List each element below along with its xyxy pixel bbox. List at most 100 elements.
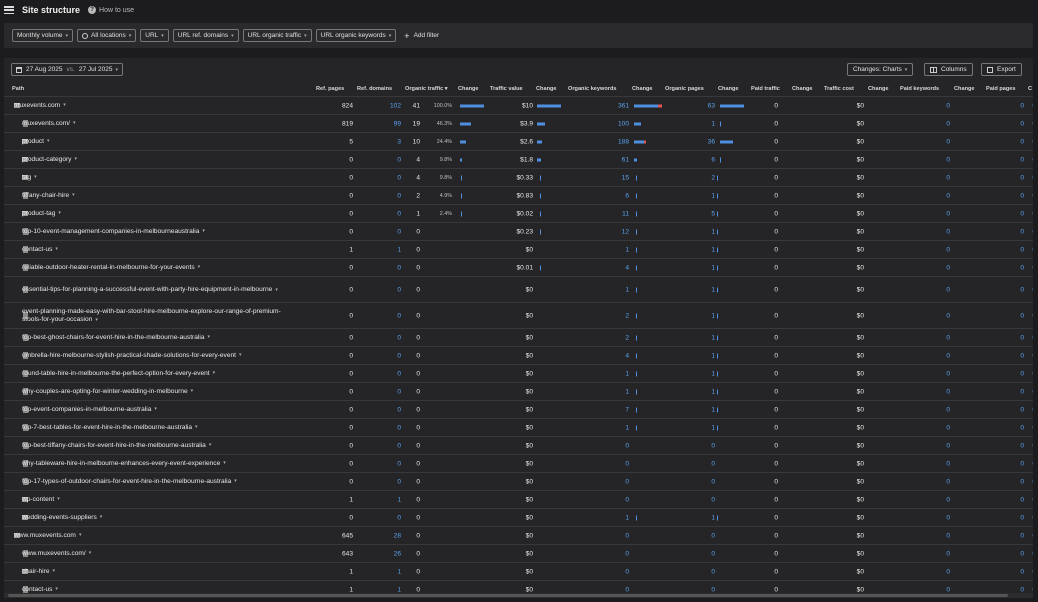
table-row[interactable]: www.muxevents.com/▾ 643 26 0 $0 0 0 0 $0 0 0 0 (4, 545, 1033, 563)
table-row[interactable]: ˅www.muxevents.com▾645280$0000$0000 (4, 527, 1033, 545)
paid-keywords-value[interactable]: 0 (946, 478, 950, 485)
organic-pages-value[interactable]: 1 (711, 192, 715, 199)
paid-pages-value[interactable]: 0 (1020, 246, 1024, 253)
organic-keywords-value[interactable]: 61 (622, 156, 629, 163)
paid-pages-value[interactable]: 0 (1020, 568, 1024, 575)
path-menu-icon[interactable]: ▾ (202, 228, 205, 234)
ref-domains-value[interactable]: 1 (397, 246, 401, 253)
paid-keywords-value[interactable]: 0 (946, 102, 950, 109)
table-row[interactable]: event-planning-made-easy-with-bar-stool-… (4, 303, 1033, 329)
truncated-col-value[interactable]: 0 (1032, 568, 1033, 575)
path-menu-icon[interactable]: ▾ (95, 316, 98, 324)
path-label[interactable]: product-tag ▾ (22, 210, 61, 217)
path-menu-icon[interactable]: ▾ (195, 424, 198, 430)
ref-domains-value[interactable]: 0 (397, 514, 401, 521)
ref-domains-value[interactable]: 0 (397, 406, 401, 413)
table-row[interactable]: top-best-ghost-chairs-for-event-hire-in-… (4, 329, 1033, 347)
path-menu-icon[interactable]: ▾ (223, 460, 226, 466)
horizontal-scrollbar[interactable] (4, 593, 1033, 598)
ref-domains-value[interactable]: 0 (397, 478, 401, 485)
path-label[interactable]: essential-tips-for-planning-a-successful… (22, 286, 292, 294)
paid-pages-value[interactable]: 0 (1020, 286, 1024, 293)
organic-keywords-value[interactable]: 0 (625, 496, 629, 503)
path-menu-icon[interactable]: ▾ (47, 138, 50, 144)
ref-domains-value[interactable]: 0 (397, 388, 401, 395)
paid-pages-value[interactable]: 0 (1020, 478, 1024, 485)
path-menu-icon[interactable]: ▾ (209, 442, 212, 448)
paid-keywords-value[interactable]: 0 (946, 264, 950, 271)
paid-keywords-value[interactable]: 0 (946, 460, 950, 467)
paid-keywords-value[interactable]: 0 (946, 424, 950, 431)
organic-keywords-value[interactable]: 0 (625, 586, 629, 593)
path-menu-icon[interactable]: ▾ (58, 210, 61, 216)
path-menu-icon[interactable]: ▾ (74, 156, 77, 162)
organic-pages-value[interactable]: 1 (711, 120, 715, 127)
table-row[interactable]: muxevents.com/▾ 819 99 19 46.3% $3.9 100 1 0 $0 0 0… (4, 115, 1033, 133)
path-menu-icon[interactable]: ▾ (154, 406, 157, 412)
ref-domains-value[interactable]: 0 (397, 460, 401, 467)
organic-keywords-value[interactable]: 2 (625, 312, 629, 319)
paid-keywords-value[interactable]: 0 (946, 192, 950, 199)
organic-keywords-value[interactable]: 6 (625, 192, 629, 199)
paid-pages-value[interactable]: 0 (1020, 442, 1024, 449)
path-label[interactable]: why-couples-are-opting-for-winter-weddin… (22, 388, 193, 395)
col-truncated[interactable]: C (1028, 86, 1032, 92)
path-label[interactable]: umbrella-hire-melbourne-stylish-practica… (22, 352, 242, 359)
organic-traffic-filter-dropdown[interactable]: URL organic traffic ▾ (242, 29, 312, 42)
ref-domains-value[interactable]: 0 (397, 192, 401, 199)
table-row[interactable]: ›product-tag▾0012.4%$0.021150$0000 (4, 205, 1033, 223)
paid-keywords-value[interactable]: 0 (946, 496, 950, 503)
paid-pages-value[interactable]: 0 (1020, 532, 1024, 539)
table-row[interactable]: why-couples-are-opting-for-winter-weddin… (4, 383, 1033, 401)
path-label[interactable]: www.muxevents.com ▾ (14, 532, 81, 539)
path-label[interactable]: product-category ▾ (22, 156, 77, 163)
organic-pages-value[interactable]: 1 (711, 286, 715, 293)
col-organic-keywords[interactable]: Organic keywords (568, 86, 617, 92)
table-row[interactable]: reliable-outdoor-heater-rental-in-melbou… (4, 259, 1033, 277)
changes-dropdown[interactable]: Changes: Charts ▾ (847, 63, 914, 76)
ref-domains-value[interactable]: 99 (394, 120, 401, 127)
paid-keywords-value[interactable]: 0 (946, 174, 950, 181)
organic-keywords-value[interactable]: 0 (625, 478, 629, 485)
paid-pages-value[interactable]: 0 (1020, 174, 1024, 181)
organic-keywords-value[interactable]: 1 (625, 246, 629, 253)
col-change-1[interactable]: Change (458, 86, 479, 92)
ref-domains-value[interactable]: 0 (397, 264, 401, 271)
col-traffic-cost[interactable]: Traffic cost (824, 86, 854, 92)
table-row[interactable]: top-event-companies-in-melbourne-austral… (4, 401, 1033, 419)
path-menu-icon[interactable]: ▾ (52, 568, 55, 574)
table-row[interactable]: ›product▾531024.4%$2.6188360$0000 (4, 133, 1033, 151)
organic-pages-value[interactable]: 5 (711, 210, 715, 217)
organic-pages-value[interactable]: 1 (711, 406, 715, 413)
paid-keywords-value[interactable]: 0 (946, 388, 950, 395)
path-menu-icon[interactable]: ▾ (63, 102, 66, 108)
paid-pages-value[interactable]: 0 (1020, 514, 1024, 521)
truncated-col-value[interactable]: 0 (1032, 496, 1033, 503)
paid-pages-value[interactable]: 0 (1020, 138, 1024, 145)
organic-pages-value[interactable]: 1 (711, 312, 715, 319)
ref-domains-value[interactable]: 0 (397, 352, 401, 359)
paid-pages-value[interactable]: 0 (1020, 352, 1024, 359)
paid-pages-value[interactable]: 0 (1020, 156, 1024, 163)
path-menu-icon[interactable]: ▾ (191, 388, 194, 394)
table-row[interactable]: ˅muxevents.com▾82410241100.0%$10361630$0… (4, 97, 1033, 115)
ref-domains-value[interactable]: 0 (397, 210, 401, 217)
ref-domains-value[interactable]: 0 (397, 286, 401, 293)
table-row[interactable]: top-best-tiffany-chairs-for-event-hire-i… (4, 437, 1033, 455)
ref-domains-value[interactable]: 0 (397, 312, 401, 319)
col-change-4[interactable]: Change (718, 86, 739, 92)
path-menu-icon[interactable]: ▾ (208, 334, 211, 340)
organic-keywords-value[interactable]: 1 (625, 424, 629, 431)
paid-pages-value[interactable]: 0 (1020, 334, 1024, 341)
paid-keywords-value[interactable]: 0 (946, 568, 950, 575)
organic-keywords-value[interactable]: 1 (625, 370, 629, 377)
path-label[interactable]: product ▾ (22, 138, 50, 145)
ref-domains-value[interactable]: 26 (394, 550, 401, 557)
path-label[interactable]: muxevents.com/▾ (22, 120, 76, 127)
ref-domains-value[interactable]: 3 (397, 138, 401, 145)
ref-domains-value[interactable]: 0 (397, 174, 401, 181)
organic-keywords-value[interactable]: 7 (625, 406, 629, 413)
menu-icon[interactable] (4, 6, 14, 14)
path-menu-icon[interactable]: ▾ (57, 496, 60, 502)
paid-keywords-value[interactable]: 0 (946, 156, 950, 163)
